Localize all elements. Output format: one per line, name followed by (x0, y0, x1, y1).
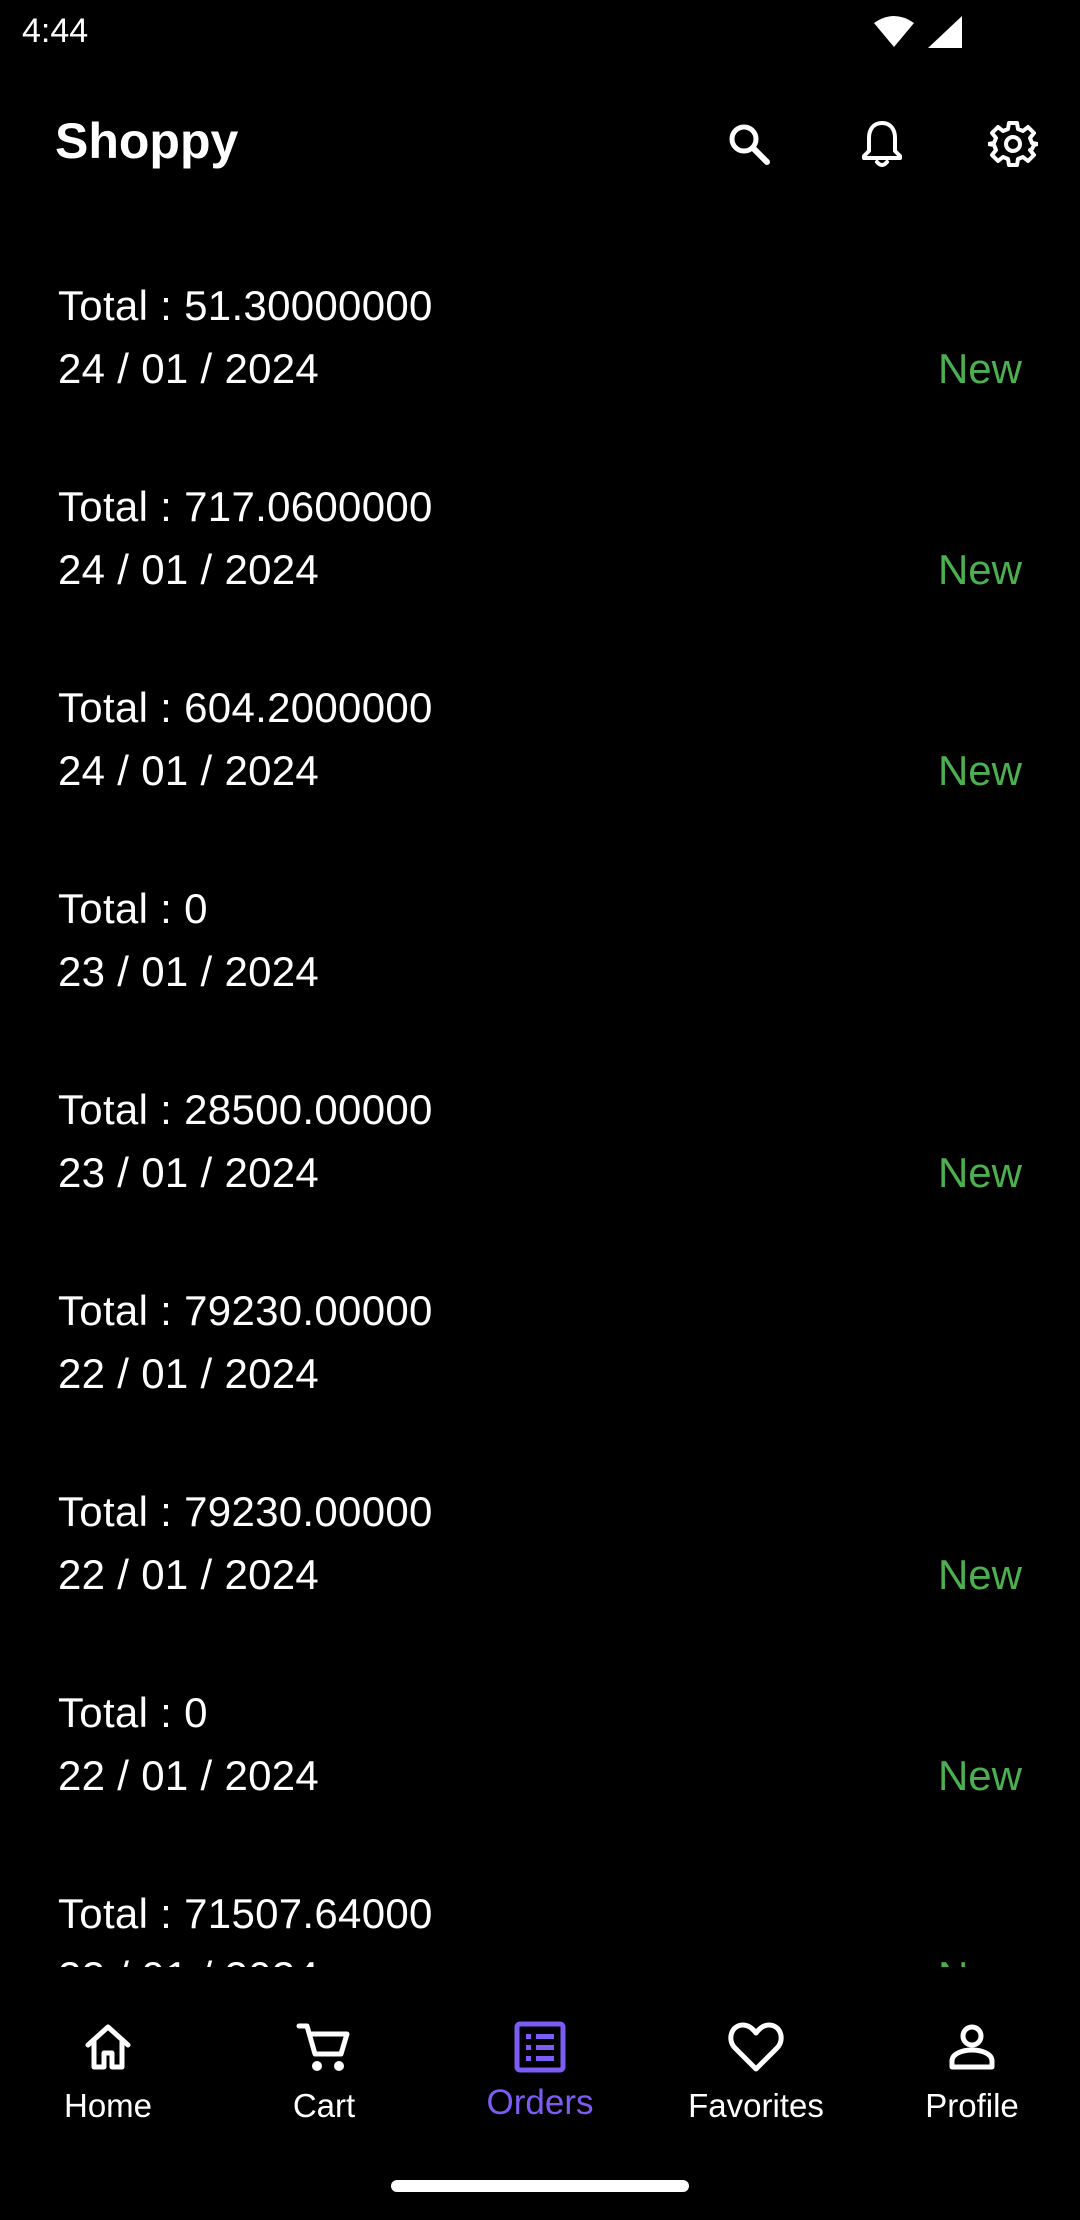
order-date: 22 / 01 / 2024 (58, 1350, 320, 1397)
order-status: New (937, 1551, 1022, 1598)
order-date: 24 / 01 / 2024 (58, 546, 320, 593)
order-total: Total : 0 (58, 885, 208, 932)
order-total: Total : 717.0600000 (58, 483, 433, 530)
order-total: Total : 51.30000000 (58, 282, 433, 329)
order-item[interactable]: Total : 0 23 / 01 / 2024 (0, 833, 1080, 1034)
order-status: New (937, 546, 1022, 593)
heart-icon (726, 2017, 786, 2077)
order-date: 24 / 01 / 2024 (58, 747, 320, 794)
nav-item-favorites[interactable]: Favorites (648, 2017, 864, 2157)
nav-label-profile: Profile (925, 2087, 1019, 2124)
order-date: 22 / 01 / 2024 (58, 1752, 320, 1799)
order-item[interactable]: Total : 0 22 / 01 / 2024 New (0, 1637, 1080, 1838)
person-icon (942, 2017, 1002, 2077)
order-total: Total : 604.2000000 (58, 684, 433, 731)
order-list[interactable]: Total : 51.30000000 24 / 01 / 2024 New T… (0, 230, 1080, 1967)
order-total: Total : 79230.00000 (58, 1488, 433, 1535)
search-icon (725, 120, 773, 173)
gear-icon (986, 119, 1040, 174)
bell-icon (858, 118, 906, 175)
order-item[interactable]: Total : 717.0600000 24 / 01 / 2024 New (0, 431, 1080, 632)
order-status: New (937, 747, 1022, 794)
nav-label-home: Home (63, 2087, 153, 2124)
order-item[interactable]: Total : 71507.64000 22 / 01 / 2024 New (0, 1838, 1080, 1967)
order-date: 23 / 01 / 2024 (58, 948, 320, 995)
app-title: Shoppy (55, 113, 239, 169)
nav-item-profile[interactable]: Profile (864, 2017, 1080, 2157)
order-total: Total : 0 (58, 1689, 208, 1736)
order-total: Total : 71507.64000 (58, 1890, 433, 1937)
order-date: 24 / 01 / 2024 (58, 345, 320, 392)
status-time: 4:44 (22, 12, 89, 50)
status-icons (874, 16, 962, 53)
order-total: Total : 79230.00000 (58, 1287, 433, 1334)
order-total: Total : 28500.00000 (58, 1086, 433, 1133)
nav-label-cart: Cart (292, 2087, 356, 2124)
nav-item-home[interactable]: Home (0, 2017, 216, 2157)
nav-label-favorites: Favorites (688, 2087, 824, 2124)
order-item[interactable]: Total : 51.30000000 24 / 01 / 2024 New (0, 230, 1080, 431)
nav-label-orders: Orders (486, 2083, 594, 2122)
home-icon (78, 2017, 138, 2077)
nav-item-cart[interactable]: Cart (216, 2017, 432, 2157)
order-date: 22 / 01 / 2024 (58, 1551, 320, 1598)
wifi-icon (874, 16, 914, 53)
status-bar: 4:44 (0, 0, 1080, 66)
notifications-button[interactable] (846, 110, 918, 182)
order-status: New (938, 1953, 1022, 1967)
order-item[interactable]: Total : 79230.00000 22 / 01 / 2024 (0, 1235, 1080, 1436)
nav-item-orders[interactable]: Orders (432, 2017, 648, 2157)
order-status: New (937, 1752, 1022, 1799)
order-item[interactable]: Total : 604.2000000 24 / 01 / 2024 New (0, 632, 1080, 833)
cellular-signal-icon (928, 16, 962, 53)
order-item[interactable]: Total : 28500.00000 23 / 01 / 2024 New (0, 1034, 1080, 1235)
search-button[interactable] (713, 110, 785, 182)
order-status: New (937, 1149, 1022, 1196)
order-date: 23 / 01 / 2024 (58, 1149, 320, 1196)
gesture-navigation-bar[interactable] (391, 2180, 689, 2192)
cart-icon (294, 2017, 354, 2077)
settings-button[interactable] (977, 110, 1049, 182)
orders-list-icon (510, 2017, 570, 2077)
order-date: 22 / 01 / 2024 (58, 1953, 319, 1967)
order-item[interactable]: Total : 79230.00000 22 / 01 / 2024 New (0, 1436, 1080, 1637)
app-bar: Shoppy (0, 90, 1080, 200)
order-status: New (937, 345, 1022, 392)
